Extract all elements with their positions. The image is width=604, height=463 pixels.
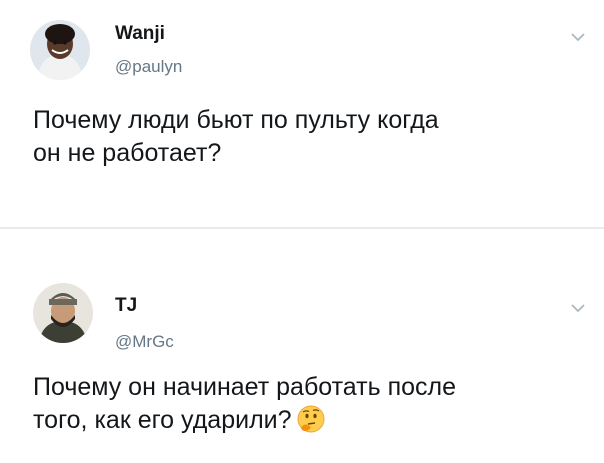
- tweet-text-line-1: Почему он начинает работать после: [33, 373, 457, 401]
- tweet-text-line-2: того, как его ударили?: [33, 406, 292, 434]
- tweet-text-line-1: Почему люди бьют по пульту когда: [33, 106, 439, 134]
- tweet-2: TJ @MrGc Почему он начинает работать пос…: [0, 229, 604, 463]
- tweet-text: Почему он начинает работать после того, …: [33, 371, 456, 437]
- user-handle[interactable]: @paulyn: [115, 57, 182, 77]
- tweet-text-line-2-row: того, как его ударили?: [33, 404, 456, 437]
- display-name[interactable]: Wanji: [115, 23, 165, 45]
- tweet-text: Почему люди бьют по пульту когда он не р…: [33, 104, 439, 170]
- tweet-1: Wanji @paulyn Почему люди бьют по пульту…: [0, 0, 604, 228]
- avatar[interactable]: [30, 20, 90, 80]
- tweet-text-line-2: он не работает?: [33, 139, 222, 167]
- chevron-down-icon[interactable]: [570, 30, 586, 42]
- thinking-face-emoji-icon: [296, 404, 326, 434]
- user-avatar-icon: [30, 20, 90, 80]
- avatar[interactable]: [33, 283, 93, 343]
- chevron-down-icon[interactable]: [570, 301, 586, 313]
- user-handle[interactable]: @MrGc: [115, 332, 174, 352]
- display-name[interactable]: TJ: [115, 295, 137, 317]
- user-avatar-icon: [33, 283, 93, 343]
